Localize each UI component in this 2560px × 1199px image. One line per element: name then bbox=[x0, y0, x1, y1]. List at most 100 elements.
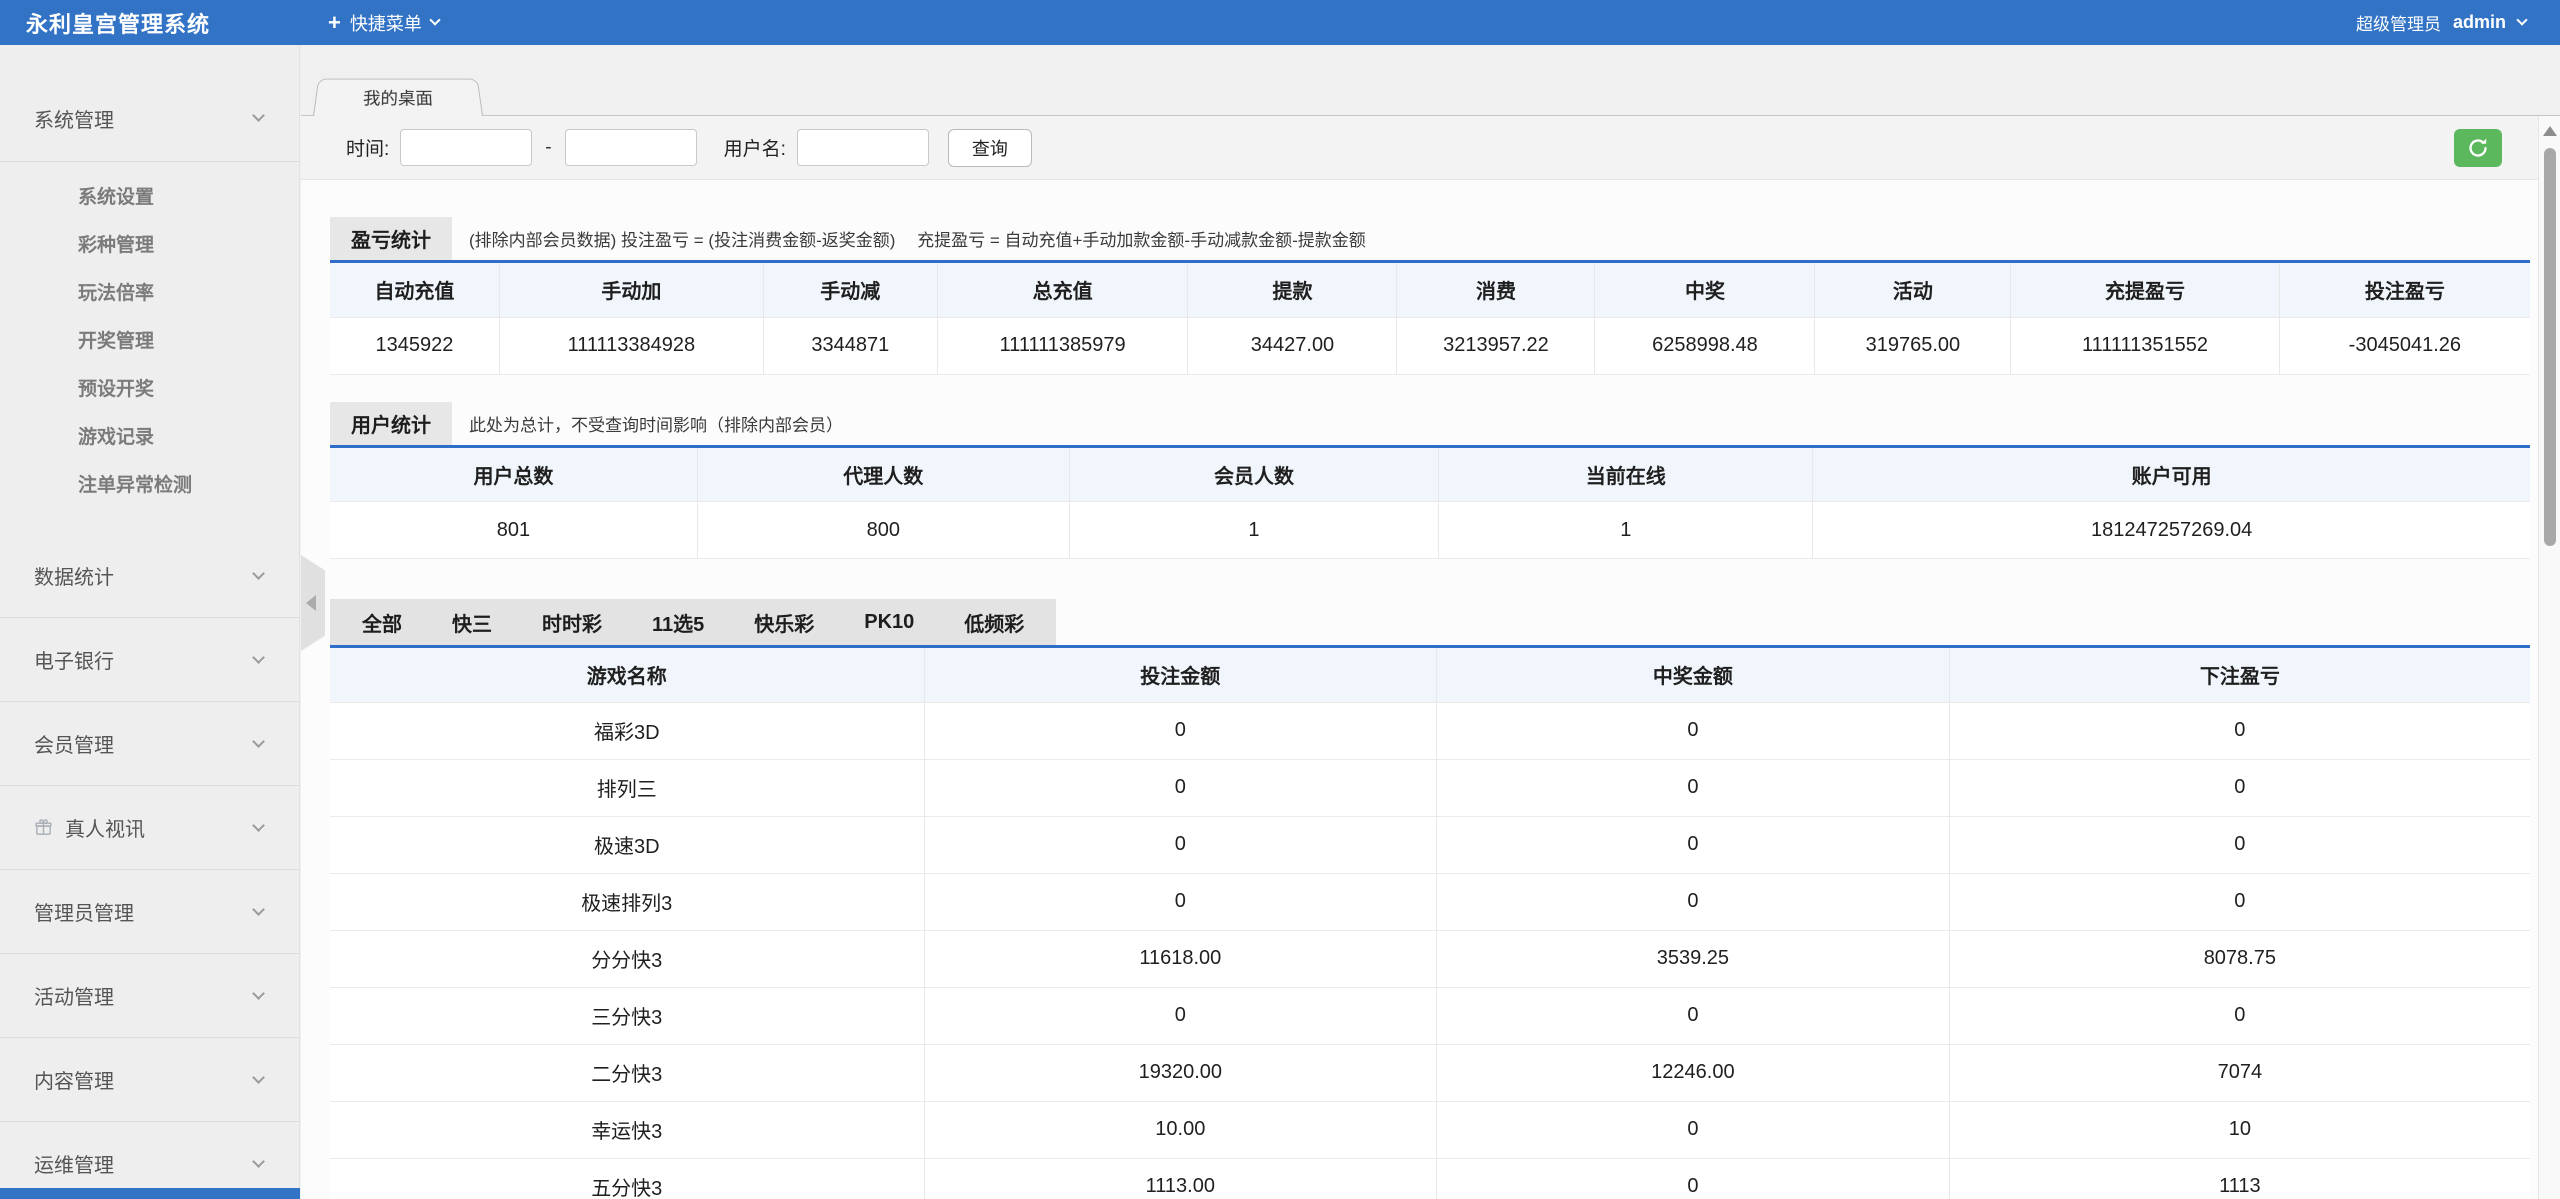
game-tab[interactable]: 全部 bbox=[362, 608, 402, 637]
sidebar-section[interactable]: 会员管理 bbox=[0, 702, 299, 786]
sidebar-subitem[interactable]: 注单异常检测 bbox=[0, 462, 299, 510]
sidebar-subitem[interactable]: 彩种管理 bbox=[0, 222, 299, 270]
sidebar-subitem[interactable]: 预设开奖 bbox=[0, 366, 299, 414]
game-tab[interactable]: PK10 bbox=[864, 611, 914, 634]
sidebar-section[interactable]: 管理员管理 bbox=[0, 870, 299, 954]
sidebar-section[interactable]: 电子银行 bbox=[0, 618, 299, 702]
table-cell: 111111385979 bbox=[937, 317, 1188, 374]
user-role: 超级管理员 bbox=[2356, 10, 2441, 35]
game-tab[interactable]: 快乐彩 bbox=[754, 608, 814, 637]
table-cell: 801 bbox=[330, 502, 697, 559]
dashboard-content: 盈亏统计 (排除内部会员数据) 投注盈亏 = (投注消费金额-返奖金额) 充提盈… bbox=[301, 180, 2560, 1199]
tab-my-desktop[interactable]: 我的桌面 bbox=[313, 79, 483, 116]
chevron-down-icon bbox=[252, 987, 265, 1000]
sidebar-submenu: 系统设置彩种管理玩法倍率开奖管理预设开奖游戏记录注单异常检测 bbox=[0, 162, 299, 534]
profit-section-header: 盈亏统计 (排除内部会员数据) 投注盈亏 = (投注消费金额-返奖金额) 充提盈… bbox=[330, 217, 2560, 260]
table-cell: 12246.00 bbox=[1437, 1044, 1950, 1101]
game-tab[interactable]: 时时彩 bbox=[542, 608, 602, 637]
sidebar-section-label: 真人视讯 bbox=[65, 813, 254, 842]
table-row: 极速3D000 bbox=[330, 816, 2530, 873]
refresh-button[interactable] bbox=[2454, 129, 2502, 167]
table-cell: 319765.00 bbox=[1815, 317, 2011, 374]
chevron-down-icon bbox=[252, 735, 265, 748]
table-cell: 0 bbox=[924, 987, 1437, 1044]
collapse-left-arrow-icon bbox=[306, 595, 316, 611]
table-header-cell: 用户总数 bbox=[330, 448, 697, 502]
table-cell: 111111351552 bbox=[2011, 317, 2279, 374]
table-cell: 34427.00 bbox=[1188, 317, 1397, 374]
game-tab[interactable]: 快三 bbox=[452, 608, 492, 637]
table-cell: 二分快3 bbox=[330, 1044, 924, 1101]
quick-menu-label: 快捷菜单 bbox=[350, 10, 422, 36]
table-row: 分分快311618.003539.258078.75 bbox=[330, 930, 2530, 987]
table-cell: 0 bbox=[1949, 987, 2530, 1044]
table-cell: 五分快3 bbox=[330, 1158, 924, 1199]
table-cell: 0 bbox=[1949, 702, 2530, 759]
table-cell: 1113.00 bbox=[924, 1158, 1437, 1199]
table-header-cell: 手动加 bbox=[499, 263, 763, 317]
table-cell: 0 bbox=[1437, 987, 1950, 1044]
table-header-row: 自动充值手动加手动减总充值提款消费中奖活动充提盈亏投注盈亏 bbox=[330, 263, 2530, 317]
table-cell: 10.00 bbox=[924, 1101, 1437, 1158]
sidebar-subitem[interactable]: 开奖管理 bbox=[0, 318, 299, 366]
sidebar-section-label: 活动管理 bbox=[34, 981, 254, 1010]
table-cell: 6258998.48 bbox=[1595, 317, 1815, 374]
table-row: 1345922111113384928334487111111138597934… bbox=[330, 317, 2530, 374]
table-cell: 19320.00 bbox=[924, 1044, 1437, 1101]
chevron-down-icon bbox=[252, 819, 265, 832]
scrollbar-thumb[interactable] bbox=[2544, 148, 2556, 546]
time-to-input[interactable] bbox=[565, 129, 697, 166]
chevron-down-icon bbox=[252, 567, 265, 580]
table-cell: 排列三 bbox=[330, 759, 924, 816]
table-cell: 0 bbox=[1949, 873, 2530, 930]
app-title: 永利皇宫管理系统 bbox=[26, 7, 210, 39]
sidebar-section[interactable]: 系统管理 bbox=[0, 45, 299, 162]
table-row: 80180011181247257269.04 bbox=[330, 502, 2530, 559]
table-cell: 极速3D bbox=[330, 816, 924, 873]
chevron-down-icon bbox=[252, 1071, 265, 1084]
table-header-cell: 自动充值 bbox=[330, 263, 499, 317]
profit-table: 自动充值手动加手动减总充值提款消费中奖活动充提盈亏投注盈亏13459221111… bbox=[330, 263, 2530, 375]
game-tab[interactable]: 低频彩 bbox=[964, 608, 1024, 637]
sidebar-subitem[interactable]: 玩法倍率 bbox=[0, 270, 299, 318]
table-header-cell: 中奖金额 bbox=[1437, 648, 1950, 702]
table-header-cell: 账户可用 bbox=[1813, 448, 2530, 502]
table-header-cell: 游戏名称 bbox=[330, 648, 924, 702]
table-cell: 111113384928 bbox=[499, 317, 763, 374]
game-tabs: 全部 快三 时时彩 11选5 快乐彩 PK10 低频彩 bbox=[330, 599, 1056, 645]
search-bar: 时间: - 用户名: 查询 bbox=[301, 116, 2560, 180]
user-menu[interactable]: 超级管理员 admin bbox=[2356, 10, 2526, 35]
quick-menu-button[interactable]: + 快捷菜单 bbox=[328, 10, 439, 36]
query-button[interactable]: 查询 bbox=[948, 129, 1032, 167]
sidebar-section[interactable]: 真人视讯 bbox=[0, 786, 299, 870]
table-cell: 3539.25 bbox=[1437, 930, 1950, 987]
sidebar-section[interactable]: 内容管理 bbox=[0, 1038, 299, 1122]
chevron-down-icon bbox=[429, 14, 440, 25]
sidebar-section[interactable]: 活动管理 bbox=[0, 954, 299, 1038]
table-cell: 0 bbox=[1437, 759, 1950, 816]
table-cell: 0 bbox=[1437, 1158, 1950, 1199]
table-header-cell: 投注金额 bbox=[924, 648, 1437, 702]
sidebar-subitem[interactable]: 系统设置 bbox=[0, 174, 299, 222]
scroll-up-arrow-icon[interactable] bbox=[2543, 126, 2557, 136]
refresh-icon bbox=[2466, 136, 2490, 160]
username-label: 用户名: bbox=[724, 134, 786, 161]
profit-section-title: 盈亏统计 bbox=[330, 217, 452, 260]
time-from-input[interactable] bbox=[400, 129, 532, 166]
sidebar-section-label: 管理员管理 bbox=[34, 897, 254, 926]
table-cell: 10 bbox=[1949, 1101, 2530, 1158]
table-row: 三分快3000 bbox=[330, 987, 2530, 1044]
game-tab[interactable]: 11选5 bbox=[652, 608, 704, 637]
table-header-cell: 代理人数 bbox=[697, 448, 1069, 502]
vertical-scrollbar[interactable] bbox=[2538, 116, 2560, 1199]
table-cell: 0 bbox=[1437, 816, 1950, 873]
range-separator: - bbox=[545, 137, 551, 159]
sidebar-subitem[interactable]: 游戏记录 bbox=[0, 414, 299, 462]
table-row: 幸运快310.00010 bbox=[330, 1101, 2530, 1158]
username-input[interactable] bbox=[797, 129, 929, 166]
table-row: 五分快31113.0001113 bbox=[330, 1158, 2530, 1199]
users-section-header: 用户统计 此处为总计，不受查询时间影响（排除内部会员） bbox=[330, 402, 2560, 445]
table-cell: 0 bbox=[924, 816, 1437, 873]
sidebar-collapse-handle[interactable] bbox=[301, 555, 325, 651]
sidebar-section[interactable]: 数据统计 bbox=[0, 534, 299, 618]
